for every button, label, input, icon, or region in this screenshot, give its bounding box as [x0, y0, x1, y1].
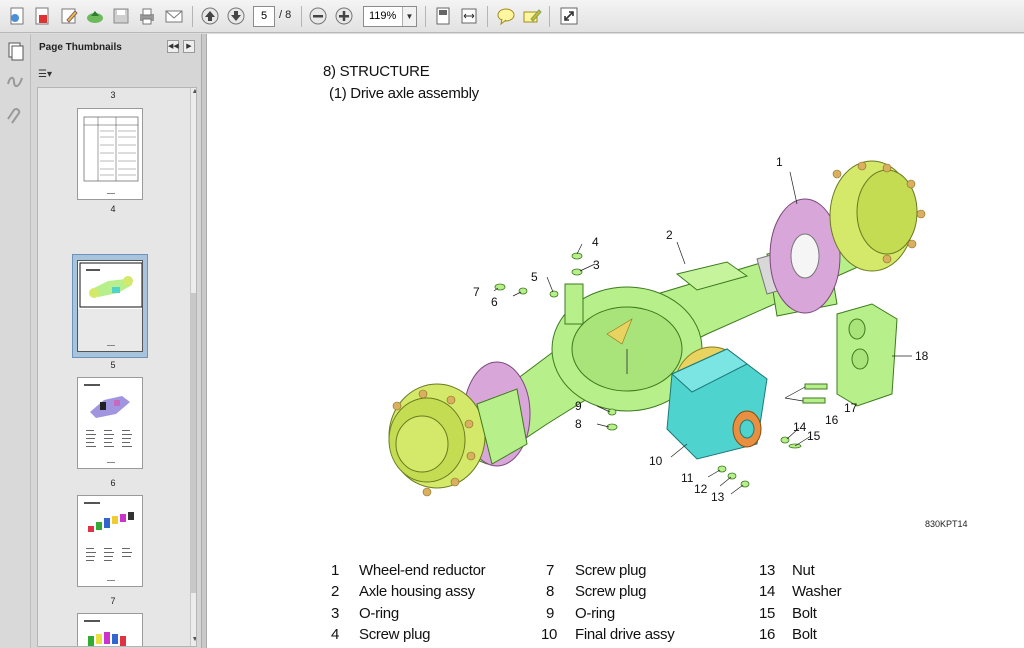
edit-icon[interactable] — [58, 5, 80, 27]
thumbnail-page-7[interactable] — [77, 495, 143, 587]
zoom-out-icon[interactable] — [307, 5, 329, 27]
scroll-down-icon[interactable]: ▼ — [191, 636, 196, 646]
legend-number: 13 — [759, 562, 776, 579]
page-total-label: / 8 — [279, 9, 292, 21]
thumbnail-label: 6 — [110, 478, 116, 488]
previous-page-icon[interactable] — [199, 5, 221, 27]
legend-text: O-ring — [359, 605, 399, 622]
drive-axle-diagram: 1 2 3 4 5 6 7 8 9 10 11 12 13 14 15 16 1… — [388, 155, 929, 504]
scrollbar-thumb[interactable] — [191, 293, 196, 593]
legend-text: Final drive assy — [575, 626, 675, 643]
fit-width-icon[interactable] — [458, 5, 480, 27]
panel-title: Page Thumbnails — [39, 42, 122, 53]
legend-text: Screw plug — [575, 562, 647, 579]
pdf-viewer-window: 5 / 8 119% ▼ Page Thumbnails ◀◀ ▶ ☰▾ 3 4… — [0, 0, 1024, 648]
page-thumbnails-panel: Page Thumbnails ◀◀ ▶ ☰▾ 3 4 5 6 7 — [31, 34, 201, 648]
zoom-field[interactable]: 119% ▼ — [363, 6, 417, 27]
signatures-icon[interactable] — [4, 70, 26, 92]
callout-12: 12 — [694, 482, 708, 496]
save-icon[interactable] — [110, 5, 132, 27]
thumbnail-label: 4 — [110, 204, 116, 214]
page-thumbnails-icon[interactable] — [4, 40, 26, 62]
callout-14: 14 — [793, 420, 807, 434]
callout-11: 11 — [681, 471, 694, 485]
legend-number: 2 — [331, 583, 340, 600]
document-page: 8) STRUCTURE (1) Drive axle assembly 1 2… — [207, 34, 1024, 648]
toolbar: 5 / 8 119% ▼ — [0, 0, 1024, 33]
expand-icon[interactable] — [558, 5, 580, 27]
thumbnail-page-5[interactable] — [77, 260, 143, 352]
legend-number: 10 — [541, 626, 558, 643]
page-number-input[interactable]: 5 — [253, 6, 275, 27]
callout-16: 16 — [825, 413, 839, 427]
callout-3: 3 — [593, 258, 600, 272]
callout-8: 8 — [575, 417, 582, 431]
thumbnail-page-4[interactable] — [77, 108, 143, 200]
legend-text: Axle housing assy — [359, 583, 475, 600]
upload-cloud-icon[interactable] — [84, 5, 106, 27]
legend-number: 15 — [759, 605, 776, 622]
options-menu-icon[interactable]: ☰▾ — [38, 69, 60, 83]
thumbnail-label: 7 — [110, 596, 116, 606]
legend-text: Washer — [792, 583, 842, 600]
legend-number: 7 — [546, 562, 555, 579]
collapse-panel-button[interactable]: ◀◀ — [167, 40, 179, 53]
legend-number: 4 — [331, 626, 340, 643]
email-icon[interactable] — [163, 5, 185, 27]
thumbnail-scrollbar[interactable]: ▲ ▼ — [190, 88, 196, 646]
legend-text: Bolt — [792, 605, 817, 622]
scroll-up-icon[interactable]: ▲ — [191, 88, 196, 98]
attachments-icon[interactable] — [4, 106, 26, 128]
callout-2: 2 — [666, 228, 673, 242]
callout-6: 6 — [491, 295, 498, 309]
thumbnail-label: 5 — [110, 360, 116, 370]
next-page-icon[interactable] — [225, 5, 247, 27]
highlight-icon[interactable] — [521, 5, 543, 27]
legend-number: 9 — [546, 605, 555, 622]
legend-text: Screw plug — [359, 626, 431, 643]
legend-number: 16 — [759, 626, 776, 643]
callout-4: 4 — [592, 235, 599, 249]
thumbnail-list: 3 4 5 6 7 — [37, 87, 197, 647]
callout-10: 10 — [649, 454, 663, 468]
thumbnail-page-8[interactable] — [77, 613, 143, 646]
legend-text: O-ring — [575, 605, 615, 622]
legend-text: Wheel-end reductor — [359, 562, 486, 579]
print-icon[interactable] — [136, 5, 158, 27]
create-pdf-icon[interactable] — [6, 5, 28, 27]
callout-18: 18 — [915, 349, 929, 363]
create-pdf-red-icon[interactable] — [31, 5, 53, 27]
thumbnail-label: 3 — [110, 90, 116, 100]
legend-text: Screw plug — [575, 583, 647, 600]
callout-17: 17 — [844, 401, 858, 415]
callout-15: 15 — [807, 429, 821, 443]
close-panel-button[interactable]: ▶ — [183, 40, 195, 53]
callout-7: 7 — [473, 285, 480, 299]
legend-number: 14 — [759, 583, 776, 600]
navigation-strip — [0, 34, 31, 648]
legend-number: 8 — [546, 583, 555, 600]
chevron-down-icon[interactable]: ▼ — [402, 7, 416, 26]
zoom-in-icon[interactable] — [333, 5, 355, 27]
callout-1: 1 — [776, 155, 783, 169]
subsection-title: (1) Drive axle assembly — [329, 85, 479, 102]
section-title: 8) STRUCTURE — [323, 63, 430, 80]
callout-9: 9 — [575, 399, 582, 413]
legend-text: Nut — [792, 562, 815, 579]
figure-code: 830KPT14 — [925, 519, 968, 529]
callout-13: 13 — [711, 490, 725, 504]
comment-icon[interactable] — [495, 5, 517, 27]
zoom-value: 119% — [369, 10, 397, 22]
legend-number: 3 — [331, 605, 340, 622]
legend-text: Bolt — [792, 626, 817, 643]
fit-page-icon[interactable] — [432, 5, 454, 27]
callout-5: 5 — [531, 270, 538, 284]
thumbnail-page-6[interactable] — [77, 377, 143, 469]
legend-number: 1 — [331, 562, 340, 579]
